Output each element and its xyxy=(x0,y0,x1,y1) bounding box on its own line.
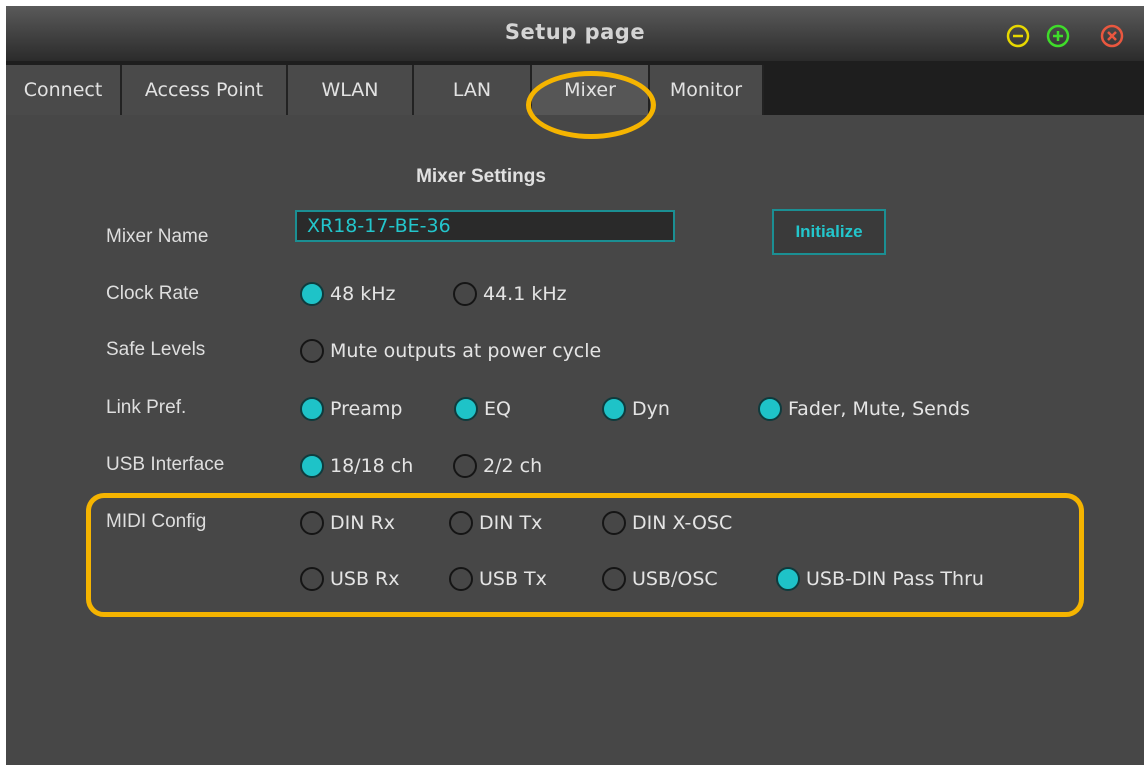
tab-mixer[interactable]: Mixer xyxy=(532,65,650,115)
clock-rate-44-radio[interactable]: 44.1 kHz xyxy=(453,282,567,306)
initialize-button[interactable]: Initialize xyxy=(772,209,886,255)
section-heading: Mixer Settings xyxy=(416,166,546,187)
radio-unselected-icon xyxy=(300,339,324,363)
midi-config-highlight xyxy=(86,493,1084,617)
midi-usb-osc-radio[interactable]: USB/OSC xyxy=(602,567,718,591)
midi-usb-tx-radio[interactable]: USB Tx xyxy=(449,567,547,591)
option-label: DIN Tx xyxy=(479,512,543,534)
link-eq-radio[interactable]: EQ xyxy=(454,397,511,421)
option-label: Dyn xyxy=(632,398,670,420)
radio-selected-icon xyxy=(300,454,324,478)
radio-unselected-icon xyxy=(453,282,477,306)
tab-wlan[interactable]: WLAN xyxy=(288,65,414,115)
option-label: Preamp xyxy=(330,398,403,420)
window-title: Setup page xyxy=(504,20,646,44)
option-label: Fader, Mute, Sends xyxy=(788,398,970,420)
minimize-icon[interactable] xyxy=(1006,24,1030,48)
tab-bar: Connect Access Point WLAN LAN Mixer Moni… xyxy=(6,61,1144,115)
radio-unselected-icon xyxy=(300,567,324,591)
option-label: USB-DIN Pass Thru xyxy=(806,568,984,590)
link-pref-label: Link Pref. xyxy=(106,397,187,418)
usb-interface-label: USB Interface xyxy=(106,454,225,475)
midi-din-x-osc-radio[interactable]: DIN X-OSC xyxy=(602,511,732,535)
option-label: EQ xyxy=(484,398,511,420)
radio-selected-icon xyxy=(300,282,324,306)
link-dyn-radio[interactable]: Dyn xyxy=(602,397,670,421)
close-icon[interactable] xyxy=(1100,24,1124,48)
usb-18ch-radio[interactable]: 18/18 ch xyxy=(300,454,413,478)
option-label: 48 kHz xyxy=(330,283,396,305)
option-label: 18/18 ch xyxy=(330,455,414,477)
title-bar: Setup page xyxy=(6,6,1144,61)
tab-monitor[interactable]: Monitor xyxy=(650,65,764,115)
midi-din-rx-radio[interactable]: DIN Rx xyxy=(300,511,395,535)
radio-unselected-icon xyxy=(602,567,626,591)
clock-rate-48-radio[interactable]: 48 kHz xyxy=(300,282,395,306)
safe-levels-label: Safe Levels xyxy=(106,339,206,360)
mixer-name-input[interactable] xyxy=(295,210,675,242)
midi-usb-din-pass-thru-radio[interactable]: USB-DIN Pass Thru xyxy=(776,567,984,591)
radio-selected-icon xyxy=(758,397,782,421)
tab-lan[interactable]: LAN xyxy=(414,65,532,115)
setup-window: Setup page Connect Access Point WLAN LAN… xyxy=(6,6,1144,765)
radio-selected-icon xyxy=(300,397,324,421)
midi-din-tx-radio[interactable]: DIN Tx xyxy=(449,511,542,535)
option-label: Mute outputs at power cycle xyxy=(330,340,602,362)
link-fader-mute-sends-radio[interactable]: Fader, Mute, Sends xyxy=(758,397,970,421)
radio-unselected-icon xyxy=(449,567,473,591)
option-label: 2/2 ch xyxy=(483,455,543,477)
radio-unselected-icon xyxy=(602,511,626,535)
clock-rate-label: Clock Rate xyxy=(106,283,199,304)
radio-selected-icon xyxy=(776,567,800,591)
option-label: USB/OSC xyxy=(632,568,718,590)
option-label: USB Tx xyxy=(479,568,547,590)
radio-selected-icon xyxy=(454,397,478,421)
option-label: USB Rx xyxy=(330,568,400,590)
link-preamp-radio[interactable]: Preamp xyxy=(300,397,402,421)
radio-unselected-icon xyxy=(449,511,473,535)
radio-unselected-icon xyxy=(300,511,324,535)
tab-connect[interactable]: Connect xyxy=(6,65,122,115)
radio-selected-icon xyxy=(602,397,626,421)
option-label: DIN Rx xyxy=(330,512,395,534)
midi-usb-rx-radio[interactable]: USB Rx xyxy=(300,567,400,591)
option-label: DIN X-OSC xyxy=(632,512,733,534)
mixer-name-label: Mixer Name xyxy=(106,226,209,247)
tab-access-point[interactable]: Access Point xyxy=(122,65,288,115)
radio-unselected-icon xyxy=(453,454,477,478)
option-label: 44.1 kHz xyxy=(483,283,567,305)
usb-2ch-radio[interactable]: 2/2 ch xyxy=(453,454,542,478)
maximize-icon[interactable] xyxy=(1046,24,1070,48)
mute-outputs-radio[interactable]: Mute outputs at power cycle xyxy=(300,339,601,363)
midi-config-label: MIDI Config xyxy=(106,511,207,532)
